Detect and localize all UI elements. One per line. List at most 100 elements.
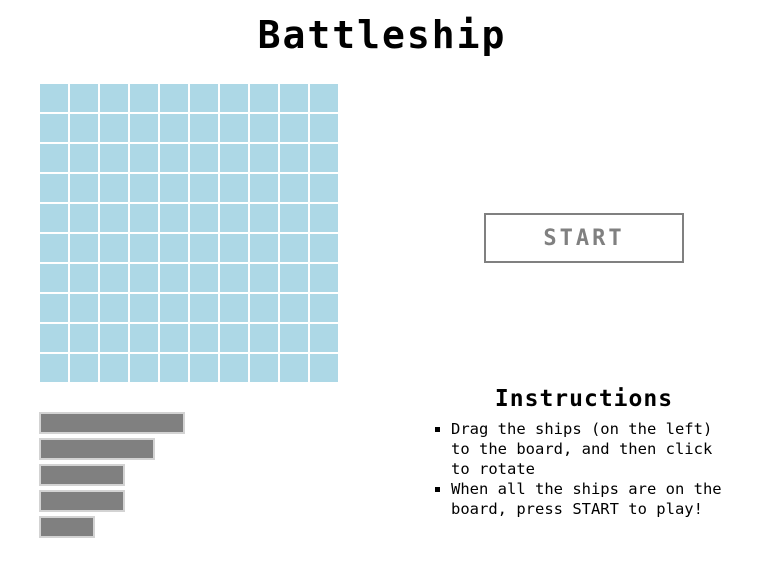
board-cell[interactable] [250,84,278,112]
game-board[interactable] [39,83,339,383]
board-cell[interactable] [280,114,308,142]
board-cell[interactable] [190,144,218,172]
board-cell[interactable] [220,84,248,112]
board-cell[interactable] [130,174,158,202]
board-cell[interactable] [250,294,278,322]
board-cell[interactable] [280,144,308,172]
board-cell[interactable] [310,234,338,262]
board-cell[interactable] [100,354,128,382]
board-cell[interactable] [310,264,338,292]
board-cell[interactable] [70,144,98,172]
board-cell[interactable] [160,114,188,142]
board-cell[interactable] [220,324,248,352]
ship-submarine[interactable] [39,490,125,512]
board-cell[interactable] [160,84,188,112]
board-cell[interactable] [310,174,338,202]
board-cell[interactable] [130,354,158,382]
board-cell[interactable] [40,84,68,112]
board-cell[interactable] [310,84,338,112]
board-cell[interactable] [130,294,158,322]
board-cell[interactable] [190,114,218,142]
board-cell[interactable] [310,204,338,232]
board-cell[interactable] [40,354,68,382]
board-cell[interactable] [280,234,308,262]
board-cell[interactable] [70,174,98,202]
board-cell[interactable] [190,234,218,262]
board-cell[interactable] [70,234,98,262]
board-cell[interactable] [100,84,128,112]
board-cell[interactable] [40,204,68,232]
board-cell[interactable] [160,324,188,352]
board-cell[interactable] [310,294,338,322]
board-cell[interactable] [70,204,98,232]
board-cell[interactable] [280,264,308,292]
board-cell[interactable] [220,204,248,232]
board-cell[interactable] [100,144,128,172]
board-cell[interactable] [190,294,218,322]
board-cell[interactable] [280,84,308,112]
board-cell[interactable] [70,354,98,382]
board-cell[interactable] [220,264,248,292]
board-cell[interactable] [130,84,158,112]
board-cell[interactable] [250,114,278,142]
board-cell[interactable] [250,234,278,262]
board-cell[interactable] [40,234,68,262]
board-cell[interactable] [70,114,98,142]
board-cell[interactable] [280,174,308,202]
board-cell[interactable] [250,204,278,232]
board-cell[interactable] [40,114,68,142]
ship-cruiser[interactable] [39,464,125,486]
board-cell[interactable] [130,204,158,232]
board-cell[interactable] [160,354,188,382]
board-cell[interactable] [160,204,188,232]
board-cell[interactable] [100,264,128,292]
board-cell[interactable] [70,294,98,322]
board-cell[interactable] [190,324,218,352]
board-cell[interactable] [130,324,158,352]
board-cell[interactable] [310,114,338,142]
ship-destroyer[interactable] [39,516,95,538]
board-cell[interactable] [100,294,128,322]
board-cell[interactable] [220,234,248,262]
board-cell[interactable] [310,144,338,172]
board-cell[interactable] [160,234,188,262]
board-cell[interactable] [220,354,248,382]
board-cell[interactable] [40,144,68,172]
board-cell[interactable] [100,174,128,202]
board-cell[interactable] [100,234,128,262]
board-cell[interactable] [40,294,68,322]
ship-battleship[interactable] [39,438,155,460]
board-cell[interactable] [280,354,308,382]
board-cell[interactable] [130,264,158,292]
board-cell[interactable] [100,114,128,142]
board-cell[interactable] [160,174,188,202]
board-cell[interactable] [250,144,278,172]
board-cell[interactable] [190,264,218,292]
board-cell[interactable] [130,114,158,142]
board-cell[interactable] [100,324,128,352]
board-cell[interactable] [130,144,158,172]
board-cell[interactable] [280,204,308,232]
board-cell[interactable] [220,144,248,172]
start-button[interactable]: START [484,213,684,263]
board-cell[interactable] [160,144,188,172]
board-cell[interactable] [100,204,128,232]
board-cell[interactable] [130,234,158,262]
board-cell[interactable] [220,114,248,142]
board-cell[interactable] [40,324,68,352]
board-cell[interactable] [70,84,98,112]
board-cell[interactable] [310,354,338,382]
board-cell[interactable] [190,84,218,112]
board-cell[interactable] [250,324,278,352]
board-cell[interactable] [280,324,308,352]
board-cell[interactable] [160,294,188,322]
board-cell[interactable] [40,174,68,202]
board-cell[interactable] [250,174,278,202]
board-cell[interactable] [250,264,278,292]
board-cell[interactable] [70,264,98,292]
ship-carrier[interactable] [39,412,185,434]
board-cell[interactable] [160,264,188,292]
board-cell[interactable] [190,174,218,202]
board-cell[interactable] [70,324,98,352]
board-cell[interactable] [280,294,308,322]
